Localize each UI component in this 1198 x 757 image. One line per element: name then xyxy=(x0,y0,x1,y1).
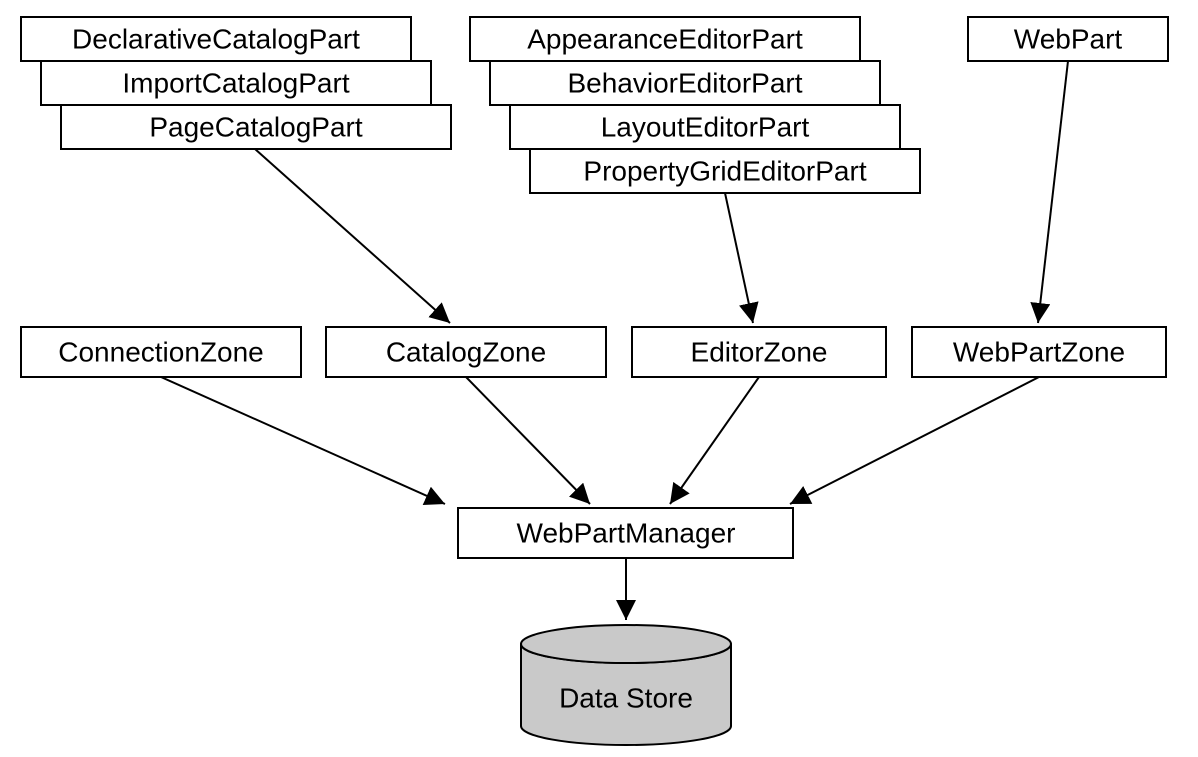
arrow-webpartzone-to-manager xyxy=(790,377,1039,504)
arrow-connectionzone-to-manager xyxy=(161,377,445,504)
arrow-catalogzone-to-manager xyxy=(466,377,590,504)
appearance-editor-part-label: AppearanceEditorPart xyxy=(527,23,803,54)
arrow-editorzone-to-manager xyxy=(670,377,759,504)
architecture-diagram: DeclarativeCatalogPart ImportCatalogPart… xyxy=(0,0,1198,757)
layout-editor-part-label: LayoutEditorPart xyxy=(601,111,810,142)
data-store-label: Data Store xyxy=(559,682,693,713)
property-grid-editor-part-label: PropertyGridEditorPart xyxy=(583,155,866,186)
data-store-cylinder: Data Store xyxy=(521,625,731,745)
arrow-editorparts-to-editorzone xyxy=(725,193,753,323)
webpart-manager-label: WebPartManager xyxy=(517,517,736,548)
arrow-catalogparts-to-catalogzone xyxy=(255,149,450,323)
declarative-catalog-part-label: DeclarativeCatalogPart xyxy=(72,23,360,54)
arrow-webpart-to-webpartzone xyxy=(1038,61,1068,323)
behavior-editor-part-label: BehaviorEditorPart xyxy=(567,67,802,98)
webpart-zone-label: WebPartZone xyxy=(953,336,1125,367)
page-catalog-part-label: PageCatalogPart xyxy=(149,111,362,142)
connection-zone-label: ConnectionZone xyxy=(58,336,263,367)
catalog-zone-label: CatalogZone xyxy=(386,336,546,367)
catalog-parts-stack: DeclarativeCatalogPart ImportCatalogPart… xyxy=(21,17,451,149)
web-part-box: WebPart xyxy=(968,17,1168,61)
editor-zone-label: EditorZone xyxy=(691,336,828,367)
webpart-manager-box: WebPartManager xyxy=(458,508,793,558)
web-part-label: WebPart xyxy=(1014,23,1123,54)
zones-row: ConnectionZone CatalogZone EditorZone We… xyxy=(21,327,1166,377)
editor-parts-stack: AppearanceEditorPart BehaviorEditorPart … xyxy=(470,17,920,193)
import-catalog-part-label: ImportCatalogPart xyxy=(122,67,349,98)
